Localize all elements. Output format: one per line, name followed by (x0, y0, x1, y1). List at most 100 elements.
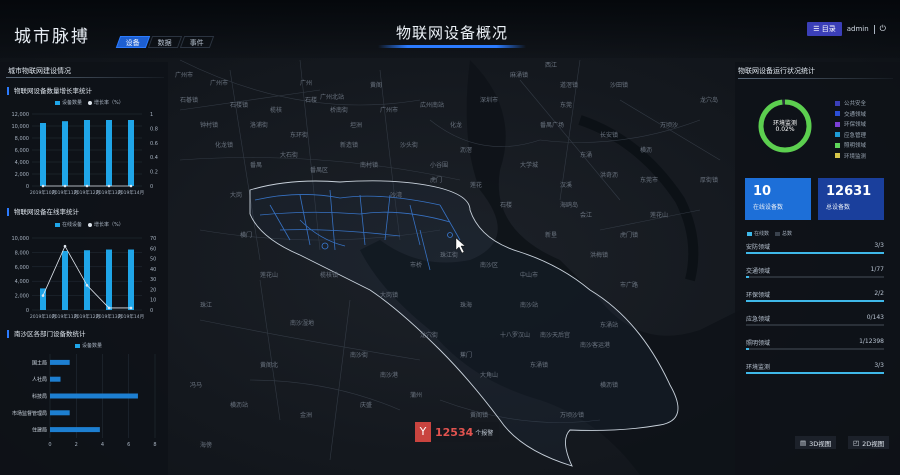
tab-devices[interactable]: 设备 (115, 36, 151, 48)
legend-item: 设备数量 (75, 342, 102, 349)
map-place-label: 沙头街 (400, 142, 419, 149)
user-area: ☰ 目录 admin ⏻ (807, 22, 886, 36)
page-title-wrap: 物联网设备概况 (378, 22, 526, 48)
online-devices-card: 10 在线设备数 (745, 178, 811, 220)
legend-item: 总数 (775, 230, 792, 237)
top-bar: 城市脉搏 设备 数据 事件 物联网设备概况 ☰ 目录 admin ⏻ (0, 0, 900, 58)
y-tick-label: 国土局 (32, 359, 47, 366)
map-place-label: 广州北站 (320, 94, 345, 101)
dept-chart-title: 南沙区各部门设备数统计 (7, 330, 86, 338)
dept-legend: 设备数量 (75, 342, 102, 349)
y-tick-label: 12,000 (12, 112, 30, 118)
bar (50, 376, 61, 382)
map-place-label: 厚街镇 (700, 177, 719, 184)
alarm-icon: Y (415, 422, 431, 442)
map-place-label: 小谷围 (430, 162, 449, 169)
y2-tick-label: 0.4 (150, 155, 158, 161)
ring-legend-item: 交通领域 (835, 109, 866, 120)
left-heading-line (6, 77, 164, 78)
map-place-label: 十八罗汉山 (500, 332, 531, 339)
domain-count: 1/12398 (859, 338, 884, 345)
power-icon[interactable]: ⏻ (880, 24, 886, 34)
rate-point (107, 306, 111, 310)
right-heading-line (738, 78, 893, 79)
x-tick-label: 2019年14月 (118, 189, 144, 196)
map-place-label: 金洲 (300, 412, 313, 419)
left-panel-heading: 城市物联网建设情况 (8, 67, 71, 75)
online-legend: 在线设备 增长率（%） (55, 221, 124, 228)
map-place-label: 大学城 (520, 162, 539, 169)
domain-name: 安防领域 (746, 244, 771, 251)
ring-legend-item: 照明领域 (835, 140, 866, 151)
bar (106, 249, 112, 310)
map-place-label: 南沙港 (380, 372, 399, 379)
map-place-label: 钟村镇 (200, 122, 219, 129)
map-place-label: 道滘镇 (560, 82, 579, 89)
domain-legend: 在线数 总数 (747, 230, 792, 237)
bar (84, 120, 90, 186)
alarm-count: 12534 (435, 425, 474, 439)
tab-data[interactable]: 数据 (147, 36, 183, 48)
rate-point (107, 184, 111, 188)
y-tick-label: 6,000 (15, 265, 29, 271)
map-place-label: 石楼 (305, 97, 318, 104)
map-place-label: 东莞市 (640, 177, 659, 184)
view-3d-button[interactable]: ▤ 3D视图 (795, 436, 837, 449)
bar (50, 427, 100, 433)
right-panel-heading: 物联网设备运行状况统计 (738, 67, 815, 75)
map-place-label: 黄阁北 (260, 362, 279, 369)
y-tick-label: 4,000 (15, 279, 29, 285)
online-chart-title: 物联网设备在线率统计 (7, 208, 79, 216)
map-place-label: 番禺区 (310, 167, 329, 174)
map-place-label: 広州南站 (420, 102, 445, 109)
map-place-label: 深圳市 (480, 97, 499, 104)
map-place-label: 海鸥岛 (560, 202, 579, 209)
bar (40, 123, 46, 186)
domain-progress-fill (746, 372, 884, 374)
domain-name: 交通领域 (746, 268, 771, 275)
map-place-label: 大岗 (230, 192, 243, 199)
dept-chart: 0 2 4 6 8 国土局人社局科技局市场监督管理局住建局 (12, 354, 157, 448)
directory-button[interactable]: ☰ 目录 (807, 22, 842, 36)
y-tick-label: 0 (26, 308, 29, 314)
y-tick-label: 人社局 (32, 376, 47, 383)
map-place-label: 长安镇 (600, 132, 619, 139)
domain-progress-track (746, 348, 884, 350)
rate-point (129, 184, 133, 188)
map-place-label: 洛浦街 (250, 122, 269, 129)
x-tick-label: 4 (101, 442, 104, 448)
map-place-label: 黄阁 (370, 82, 383, 89)
y2-tick-label: 60 (150, 246, 156, 252)
map-place-label: 横沥站 (230, 402, 249, 409)
map-place-label: 桥南街 (330, 107, 349, 114)
alarm-count-badge[interactable]: Y 12534 个报警 (415, 422, 500, 442)
y2-tick-label: 0.6 (150, 141, 158, 147)
map-place-label: 化龙镇 (215, 142, 234, 149)
y2-tick-label: 70 (150, 236, 156, 242)
rate-point (85, 184, 89, 188)
map-place-label: 珠江 (200, 302, 213, 309)
map-place-label: 洪奇沥 (600, 172, 619, 179)
map-place-label: 龙穴岛 (700, 97, 719, 104)
map-place-label: 化龙 (450, 122, 463, 129)
y-tick-label: 4,000 (15, 160, 29, 166)
map-place-label: 广州 (300, 80, 313, 87)
y-tick-label: 10,000 (12, 124, 30, 130)
domain-progress-fill (746, 300, 884, 302)
rate-point (129, 306, 133, 310)
rate-point (41, 184, 45, 188)
growth-legend: 设备数量 增长率（%） (55, 99, 124, 106)
domain-progress-fill (746, 348, 749, 350)
y-tick-label: 8,000 (15, 136, 29, 142)
view-2d-button[interactable]: ◰ 2D视图 (848, 436, 890, 449)
tab-events[interactable]: 事件 (179, 36, 215, 48)
bar (50, 410, 70, 416)
y-tick-label: 住建局 (32, 427, 47, 434)
legend-item: 在线设备 (55, 221, 82, 228)
map-place-label: 坦洲 (350, 122, 363, 129)
online-devices-value: 10 (753, 184, 772, 199)
username[interactable]: admin (847, 25, 869, 33)
domain-progress-fill (746, 276, 749, 278)
map-place-label: 沙田镇 (610, 82, 629, 89)
y2-tick-label: 0.2 (150, 170, 158, 176)
